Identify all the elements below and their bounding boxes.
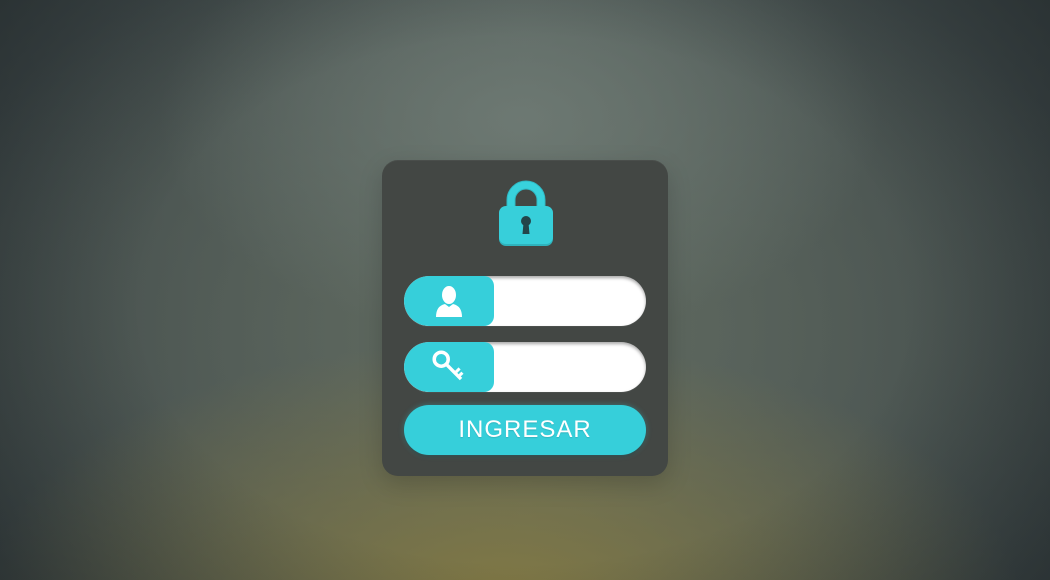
lock-icon bbox=[498, 174, 554, 248]
login-card: INGRESAR bbox=[382, 160, 668, 476]
password-field bbox=[404, 342, 646, 392]
username-input[interactable] bbox=[500, 276, 640, 326]
user-icon bbox=[404, 276, 494, 326]
password-input[interactable] bbox=[500, 342, 640, 392]
key-icon bbox=[404, 342, 494, 392]
ingresar-button[interactable]: INGRESAR bbox=[404, 405, 646, 455]
username-field bbox=[404, 276, 646, 326]
